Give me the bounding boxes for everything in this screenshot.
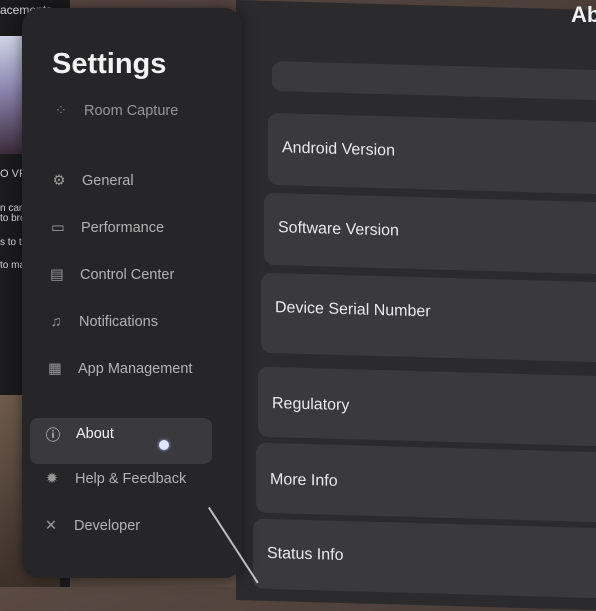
room-capture-icon: ⁘: [54, 103, 68, 119]
sidebar-item-room-capture[interactable]: ⁘ Room Capture: [52, 102, 178, 120]
sidebar-item-performance[interactable]: ▭ Performance: [49, 219, 164, 237]
sidebar-item-help-feedback[interactable]: ✹ Help & Feedback: [43, 470, 186, 488]
row-label: Status Info: [267, 544, 344, 565]
row-label: Android Version: [282, 139, 395, 160]
about-panel: Android Version Software Version c0 Devi…: [236, 0, 596, 611]
sidebar-item-label: General: [82, 173, 134, 189]
sidebar-item-about[interactable]: ⓘ About: [44, 425, 114, 444]
sidebar-item-notifications[interactable]: ♫ Notifications: [47, 313, 158, 331]
page-title: Ab: [571, 2, 596, 27]
regulatory-row[interactable]: Regulatory: [258, 366, 596, 447]
more-info-row[interactable]: More Info: [256, 442, 596, 523]
sidebar-item-developer[interactable]: ✕ Developer: [42, 517, 140, 535]
row-label: Regulatory: [272, 395, 350, 415]
sidebar-item-label: App Management: [78, 361, 193, 377]
info-icon: ⓘ: [45, 427, 61, 444]
sidebar-item-control-center[interactable]: ▤ Control Center: [48, 266, 174, 284]
row-label: Device Serial Number: [275, 299, 431, 321]
sidebar-item-label: About: [76, 426, 114, 442]
settings-sidebar: [22, 8, 242, 578]
pointer-cursor: [159, 440, 169, 450]
bug-icon: ✹: [45, 471, 59, 487]
row-label: Software Version: [278, 219, 399, 240]
device-serial-row[interactable]: Device Serial Number: [261, 272, 596, 363]
row-label: More Info: [270, 470, 338, 490]
grid-icon: ▦: [48, 361, 62, 377]
sidebar-item-label: Room Capture: [84, 103, 179, 119]
monitor-icon: ▭: [51, 220, 65, 236]
tools-icon: ✕: [44, 518, 58, 534]
software-version-row[interactable]: Software Version c0: [264, 192, 596, 275]
keyboard-icon: ▤: [50, 267, 64, 283]
sidebar-item-label: Control Center: [80, 267, 175, 283]
sidebar-item-label: Notifications: [79, 314, 158, 330]
sidebar-item-general[interactable]: ⚙ General: [50, 172, 134, 190]
sidebar-item-app-management[interactable]: ▦ App Management: [46, 360, 192, 378]
gear-icon: ⚙: [52, 173, 66, 189]
android-version-row[interactable]: Android Version: [268, 112, 596, 195]
sidebar-item-label: Performance: [81, 220, 165, 236]
sidebar-item-label: Developer: [74, 518, 141, 534]
bell-icon: ♫: [50, 314, 62, 330]
sidebar-title: Settings: [52, 48, 167, 80]
sidebar-item-label: Help & Feedback: [75, 471, 187, 487]
top-card: [272, 61, 596, 102]
